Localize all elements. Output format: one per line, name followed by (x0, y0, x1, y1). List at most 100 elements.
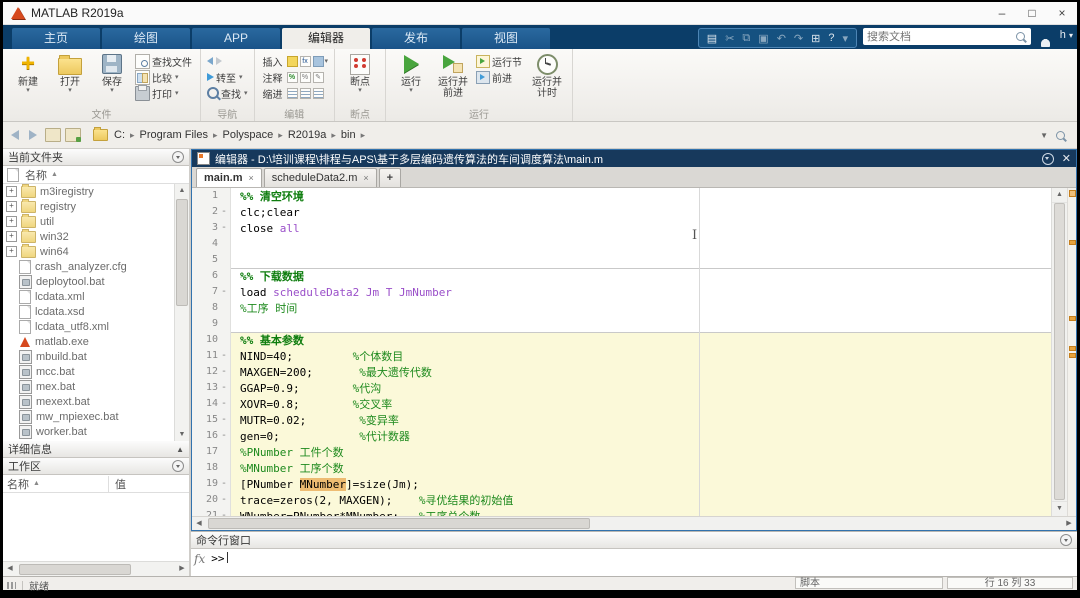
ribbon-tab-视图[interactable]: 视图 (462, 28, 550, 49)
search-input[interactable] (863, 31, 1016, 43)
current-folder-header[interactable]: 当前文件夹 (3, 149, 189, 166)
expand-icon[interactable]: + (6, 186, 17, 197)
user-menu[interactable]: h ▾ (1060, 29, 1073, 41)
ind-icon[interactable] (300, 88, 311, 99)
button-运行并计时[interactable]: 运行并 计时 (527, 53, 567, 99)
file-row[interactable]: mcc.bat (3, 364, 174, 379)
editor-close-icon[interactable]: ✕ (1062, 152, 1071, 165)
ribbon-tab-APP[interactable]: APP (192, 28, 280, 49)
file-row[interactable]: +win32 (3, 229, 174, 244)
button-查找[interactable]: 查找▾ (207, 85, 248, 101)
button-转至[interactable]: 转至▾ (207, 69, 248, 85)
breadcrumb-item[interactable]: bin (341, 129, 356, 141)
tab-close-icon[interactable]: × (363, 169, 368, 187)
file-row[interactable]: mexext.bat (3, 394, 174, 409)
ind-icon[interactable] (287, 88, 298, 99)
help-icon[interactable]: ? (828, 32, 834, 44)
file-row[interactable]: mbuild.bat (3, 349, 174, 364)
document-indicator-strip[interactable] (1067, 188, 1076, 516)
panel-menu-icon[interactable] (1060, 534, 1072, 546)
scroll-down-icon[interactable]: ▼ (1052, 501, 1067, 516)
expand-icon[interactable]: + (6, 201, 17, 212)
menu-icon[interactable]: ▾ (842, 32, 848, 45)
name-column-header[interactable]: 名称 ▲ (3, 166, 189, 184)
breadcrumb-item[interactable]: C: (114, 129, 125, 141)
button-打印[interactable]: 打印▾ (135, 85, 194, 101)
button-前进[interactable]: 前进 (476, 69, 524, 85)
workspace-column-headers[interactable]: 名称 ▲ 值 (3, 475, 189, 493)
button-运行节[interactable]: 运行节 (476, 53, 524, 69)
minimize-button[interactable]: – (987, 2, 1017, 24)
button-缩进[interactable]: 缩进 (261, 85, 329, 101)
file-list-scrollbar[interactable]: ▲ ▼ (174, 184, 189, 441)
file-row[interactable]: mex.bat (3, 379, 174, 394)
window-icon[interactable]: ⊞ (811, 32, 820, 45)
command-window-header[interactable]: 命令行窗口 (191, 531, 1077, 549)
pctx-icon[interactable]: % (300, 72, 311, 83)
button-注释[interactable]: 注释%%✎ (261, 69, 329, 85)
button-断点[interactable]: 断点▾ (340, 53, 380, 94)
note-icon[interactable] (287, 56, 298, 67)
editor-menu-icon[interactable] (1042, 153, 1054, 165)
scroll-right-icon[interactable]: ▶ (175, 562, 189, 576)
doc-tab-scheduleData2.m[interactable]: scheduleData2.m× (264, 168, 377, 187)
pen-icon[interactable]: ✎ (313, 72, 324, 83)
ribbon-tab-主页[interactable]: 主页 (12, 28, 100, 49)
editor-vscrollbar[interactable]: ▲ ▼ (1051, 188, 1067, 516)
workspace-hscrollbar[interactable]: ◀ ▶ (3, 561, 189, 576)
up-folder-button[interactable] (45, 128, 61, 142)
file-row[interactable]: +util (3, 214, 174, 229)
expand-icon[interactable]: + (6, 231, 17, 242)
ind-icon[interactable] (313, 88, 324, 99)
scrollbar-thumb[interactable] (19, 564, 131, 575)
file-row[interactable]: lcdata.xml (3, 289, 174, 304)
command-window[interactable]: fx >> (191, 549, 1077, 576)
close-button[interactable]: × (1047, 2, 1077, 24)
breadcrumb-item[interactable]: Polyspace (223, 129, 274, 141)
path-dropdown-icon[interactable]: ▼ (1040, 131, 1048, 140)
button-nav-arrows[interactable] (207, 53, 248, 69)
doc-search-box[interactable] (863, 28, 1031, 45)
button-插入[interactable]: 插入fx▾ (261, 53, 329, 69)
breadcrumb-item[interactable]: Program Files (140, 129, 208, 141)
file-row[interactable]: lcdata_utf8.xml (3, 319, 174, 334)
file-row[interactable]: deploytool.bat (3, 274, 174, 289)
scroll-up-icon[interactable]: ▲ (175, 184, 189, 197)
doc-tab-main.m[interactable]: main.m× (196, 168, 262, 187)
redo-icon[interactable]: ↷ (794, 32, 803, 45)
expand-icon[interactable]: + (6, 216, 17, 227)
expand-icon[interactable]: + (6, 246, 17, 257)
forward-button[interactable] (29, 130, 37, 140)
scroll-right-icon[interactable]: ▶ (1062, 517, 1076, 530)
save-icon[interactable]: ▤ (707, 32, 717, 45)
file-row[interactable]: matlab.exe (3, 334, 174, 349)
scrollbar-thumb[interactable] (208, 518, 590, 529)
cut-icon[interactable]: ✂ (725, 32, 734, 45)
scrollbar-thumb[interactable] (176, 199, 188, 306)
details-header[interactable]: 详细信息 ▲ (3, 441, 189, 458)
button-查找文件[interactable]: 查找文件 (135, 53, 194, 69)
editor-hscrollbar[interactable]: ◀ ▶ (192, 516, 1076, 530)
breadcrumb-item[interactable]: R2019a (288, 129, 327, 141)
scrollbar-thumb[interactable] (1054, 203, 1065, 500)
file-row[interactable]: crash_analyzer.cfg (3, 259, 174, 274)
ribbon-tab-绘图[interactable]: 绘图 (102, 28, 190, 49)
maximize-button[interactable]: □ (1017, 2, 1047, 24)
panel-menu-icon[interactable] (172, 151, 184, 163)
img-icon[interactable] (313, 56, 324, 67)
paste-icon[interactable]: ▣ (758, 32, 768, 45)
button-运行[interactable]: 运行▾ (391, 53, 431, 94)
scroll-up-icon[interactable]: ▲ (1052, 188, 1067, 203)
back-button[interactable] (11, 130, 19, 140)
file-row[interactable]: +m3iregistry (3, 184, 174, 199)
file-row[interactable]: +win64 (3, 244, 174, 259)
search-icon[interactable] (1016, 32, 1025, 41)
file-row[interactable]: +registry (3, 199, 174, 214)
tab-close-icon[interactable]: × (249, 169, 254, 187)
scroll-down-icon[interactable]: ▼ (175, 428, 189, 441)
collapse-icon[interactable]: ▲ (176, 445, 184, 454)
button-比较[interactable]: 比较▾ (135, 69, 194, 85)
file-row[interactable]: mw_mpiexec.bat (3, 409, 174, 424)
button-打开[interactable]: 打开▾ (50, 53, 90, 94)
button-新建[interactable]: 新建▾ (8, 53, 48, 94)
